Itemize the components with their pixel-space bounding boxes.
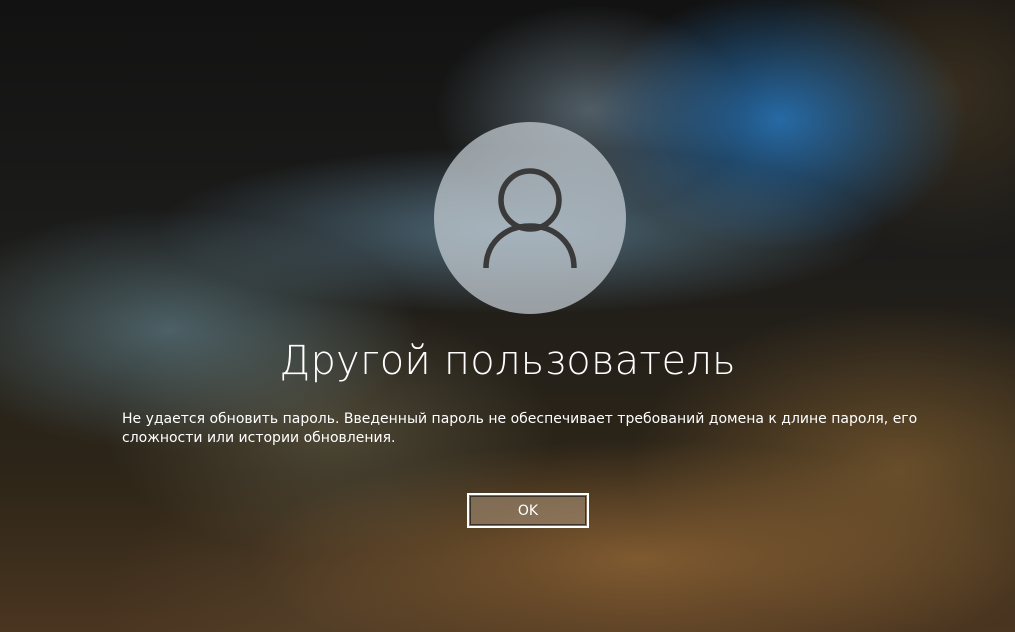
user-silhouette-icon [483, 168, 577, 269]
ok-button[interactable]: OK [467, 493, 589, 528]
error-message: Не удается обновить пароль. Введенный па… [122, 411, 918, 446]
user-name: Другой пользователь [279, 338, 736, 384]
user-avatar [434, 122, 626, 314]
blurred-wallpaper-background [0, 0, 1015, 632]
